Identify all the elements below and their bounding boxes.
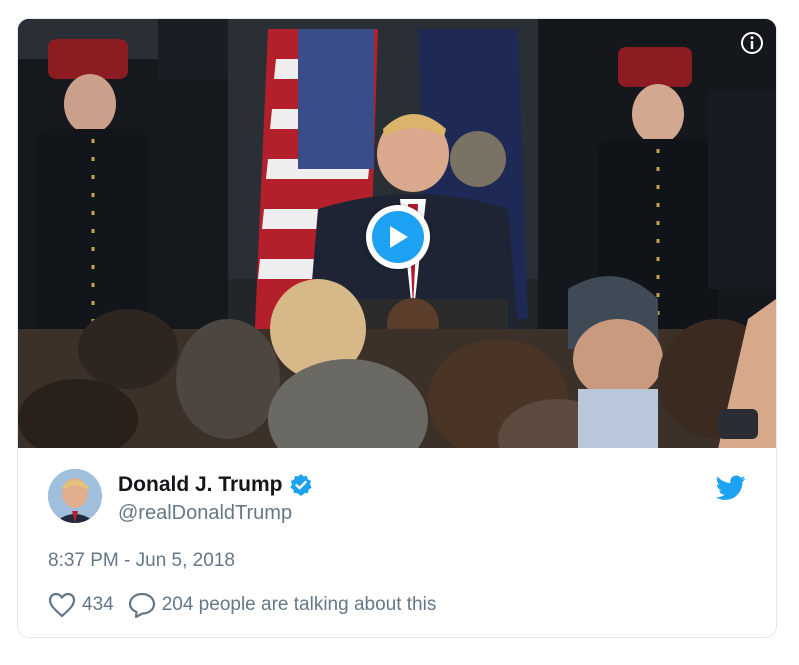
like-action[interactable]: 434 — [48, 592, 114, 618]
like-count: 434 — [82, 594, 114, 615]
user-handle[interactable]: @realDonaldTrump — [118, 502, 292, 525]
info-icon[interactable] — [740, 31, 764, 55]
reply-action[interactable]: 204 people are talking about this — [114, 592, 437, 618]
tweet-card[interactable]: Donald J. Trump @realDonaldTrump 8:37 PM… — [17, 18, 777, 638]
avatar[interactable] — [48, 469, 102, 523]
tweet-timestamp[interactable]: 8:37 PM - Jun 5, 2018 — [48, 550, 235, 572]
display-name[interactable]: Donald J. Trump — [118, 473, 283, 497]
tweet-author: Donald J. Trump @realDonaldTrump — [48, 469, 746, 527]
heart-icon — [48, 592, 76, 618]
play-button[interactable] — [366, 205, 430, 269]
play-icon — [372, 211, 424, 263]
conversation-count: 204 people are talking about this — [161, 594, 437, 615]
verified-badge-icon — [289, 473, 313, 497]
speech-bubble-icon — [128, 592, 156, 618]
tweet-actions: 434 204 people are talking about this — [48, 592, 436, 618]
twitter-bird-icon[interactable] — [715, 475, 746, 501]
video-thumbnail[interactable] — [18, 19, 776, 448]
